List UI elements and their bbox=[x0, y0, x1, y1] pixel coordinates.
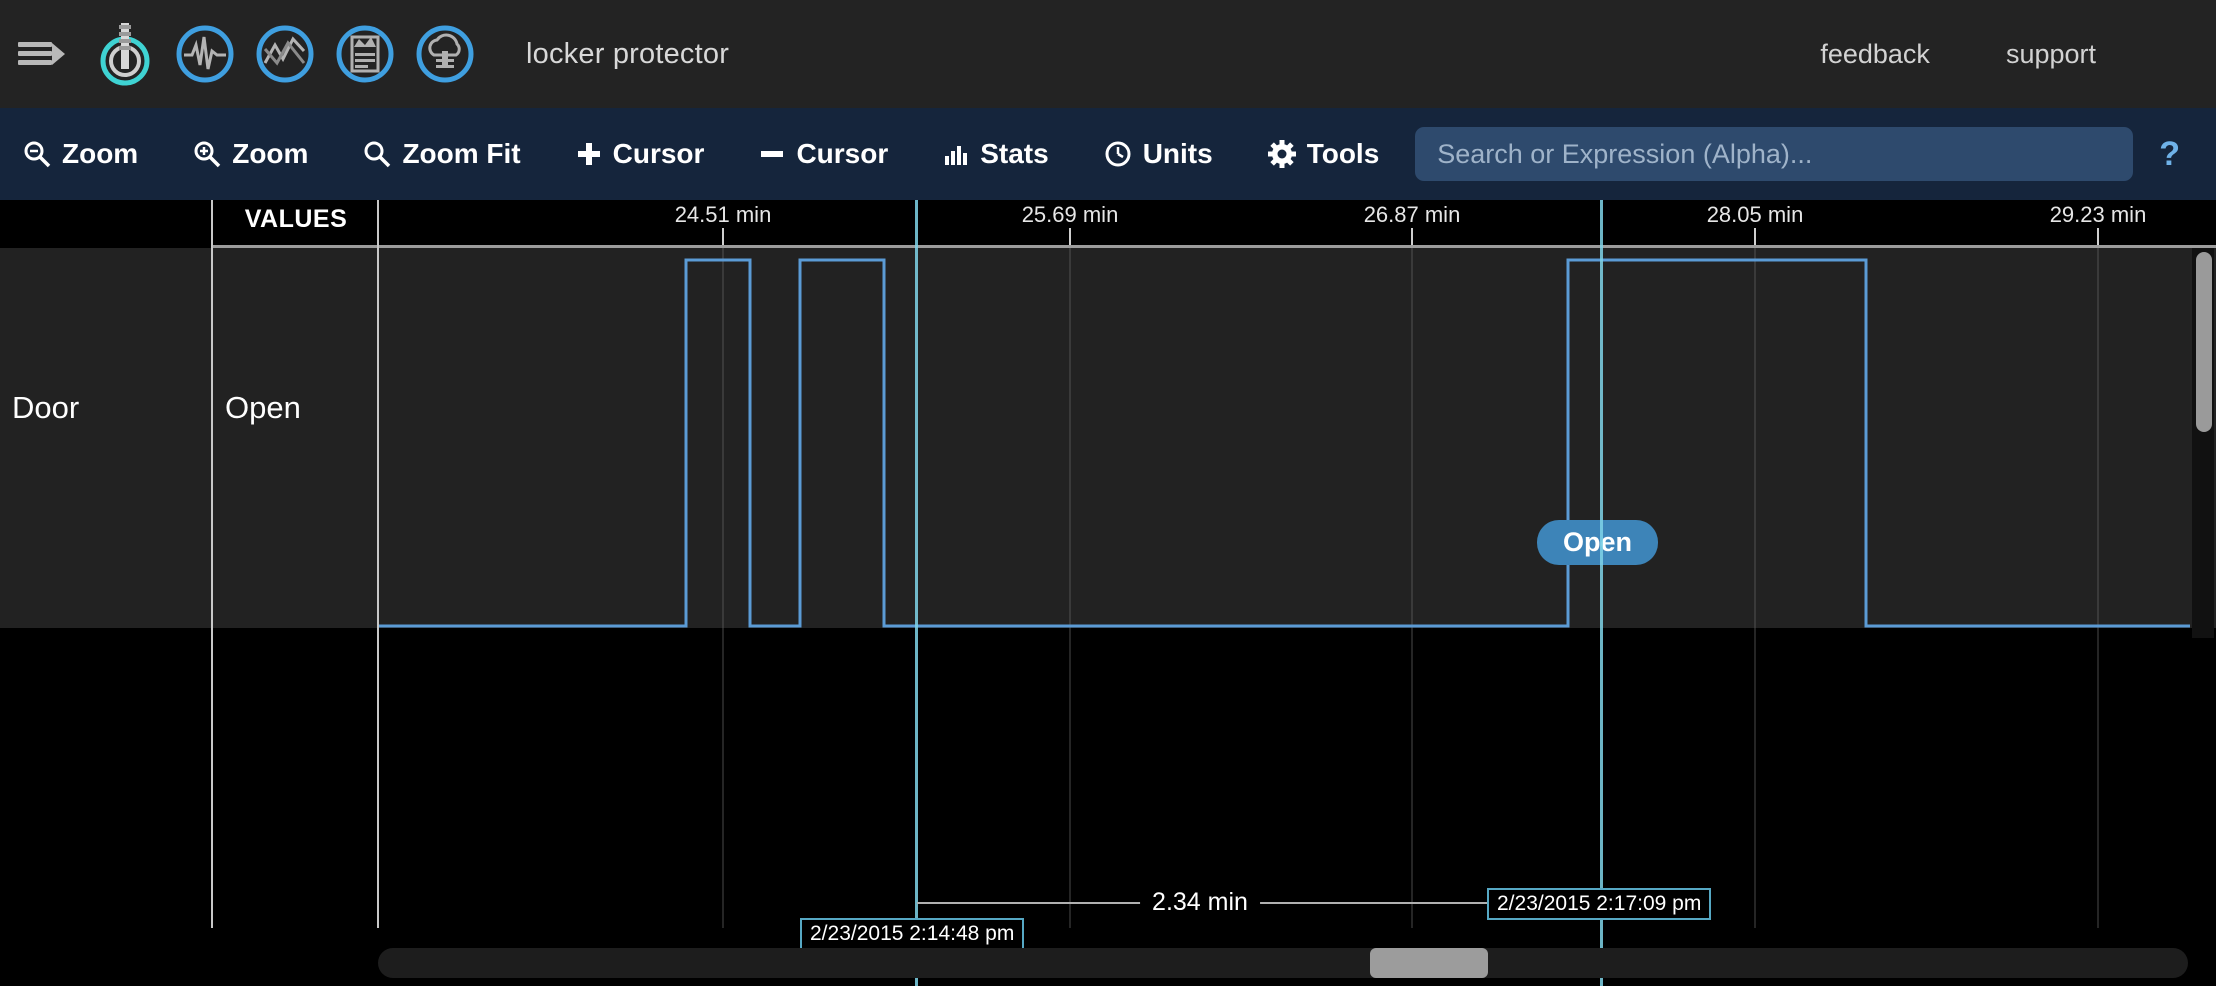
zoom-fit-button[interactable]: Zoom Fit bbox=[362, 138, 521, 170]
vertical-scrollbar-thumb[interactable] bbox=[2196, 252, 2212, 432]
search-input[interactable] bbox=[1437, 138, 2112, 170]
tools-label: Tools bbox=[1306, 138, 1380, 169]
vertical-scrollbar[interactable] bbox=[2192, 248, 2214, 638]
bar-chart-icon bbox=[942, 140, 970, 168]
waveform-icon[interactable] bbox=[172, 19, 238, 89]
grid-line bbox=[2097, 628, 2099, 928]
remove-cursor-label: Cursor bbox=[796, 138, 889, 169]
grid-line bbox=[211, 628, 213, 928]
toolbar: Zoom Zoom Zoom Fit Cursor Cursor Stats U… bbox=[0, 108, 2216, 200]
gear-icon bbox=[1267, 139, 1297, 169]
nav-icon-group bbox=[92, 19, 478, 89]
tick-mark bbox=[722, 228, 724, 246]
tick-mark bbox=[1069, 228, 1071, 246]
hamburger-bar bbox=[18, 51, 52, 56]
chart-body: VALUES 24.51 min 25.69 min 26.87 min 28.… bbox=[0, 200, 2216, 986]
support-link[interactable]: support bbox=[2006, 39, 2096, 70]
grid-line bbox=[722, 628, 724, 928]
tick-label: 24.51 min bbox=[674, 202, 772, 227]
stats-button[interactable]: Stats bbox=[942, 138, 1049, 170]
tick-label: 25.69 min bbox=[1021, 202, 1119, 227]
cloud-upload-icon[interactable] bbox=[412, 19, 478, 89]
remove-cursor-button[interactable]: Cursor bbox=[758, 138, 888, 170]
tick-label: 28.05 min bbox=[1706, 202, 1804, 227]
zoom-icon bbox=[362, 139, 392, 169]
waveform-trace bbox=[379, 258, 2190, 628]
values-column-header: VALUES bbox=[244, 204, 348, 233]
zoom-out-button[interactable]: Zoom bbox=[22, 138, 138, 170]
channel-name-label: Door bbox=[12, 390, 80, 425]
minus-icon bbox=[758, 140, 786, 168]
horizontal-scrollbar-thumb[interactable] bbox=[1370, 948, 1488, 978]
tick-mark bbox=[1754, 228, 1756, 246]
search-input-wrapper[interactable] bbox=[1415, 127, 2134, 181]
grid-line bbox=[1069, 628, 1071, 928]
plot-area[interactable]: Door Open Open bbox=[0, 200, 2216, 628]
zoom-in-button[interactable]: Zoom bbox=[192, 138, 308, 170]
tick-mark bbox=[1411, 228, 1413, 246]
line-chart-icon[interactable] bbox=[252, 19, 318, 89]
delta-label: 2.34 min bbox=[1140, 888, 1260, 917]
cursor-b-timestamp[interactable]: 2/23/2015 2:17:09 pm bbox=[1487, 888, 1712, 920]
hamburger-menu-icon[interactable] bbox=[18, 37, 65, 71]
app-title: locker protector bbox=[526, 37, 730, 70]
zoom-fit-label: Zoom Fit bbox=[402, 138, 521, 169]
channel-value-label: Open bbox=[225, 390, 301, 425]
grid-line bbox=[377, 628, 379, 928]
stats-label: Stats bbox=[980, 138, 1049, 169]
grid-line bbox=[1411, 628, 1413, 928]
tick-label: 29.23 min bbox=[2049, 202, 2147, 227]
clock-icon bbox=[1103, 139, 1133, 169]
zoom-in-label: Zoom bbox=[232, 138, 309, 169]
cursor-a-timestamp[interactable]: 2/23/2015 2:14:48 pm bbox=[800, 918, 1025, 950]
grid-line bbox=[1754, 628, 1756, 928]
plus-icon bbox=[575, 140, 603, 168]
app-header: locker protector feedback support bbox=[0, 0, 2216, 108]
tools-button[interactable]: Tools bbox=[1267, 138, 1380, 170]
app-root: locker protector feedback support Zoom Z… bbox=[0, 0, 2216, 986]
units-label: Units bbox=[1142, 138, 1213, 169]
power-thermometer-icon[interactable] bbox=[92, 19, 158, 89]
feedback-link[interactable]: feedback bbox=[1820, 39, 1930, 70]
add-cursor-label: Cursor bbox=[612, 138, 705, 169]
plot-lower-area[interactable] bbox=[0, 628, 2216, 986]
header-links: feedback support bbox=[1820, 39, 2096, 70]
hamburger-bar bbox=[18, 60, 52, 65]
hamburger-arrow bbox=[52, 43, 65, 65]
zoom-out-label: Zoom bbox=[62, 138, 139, 169]
add-cursor-button[interactable]: Cursor bbox=[575, 138, 705, 170]
zoom-in-icon bbox=[192, 139, 222, 169]
help-button[interactable]: ? bbox=[2159, 135, 2194, 174]
horizontal-scrollbar[interactable] bbox=[378, 948, 2188, 978]
tick-label: 26.87 min bbox=[1363, 202, 1461, 227]
cursor-a-line[interactable] bbox=[915, 200, 918, 986]
device-icon[interactable] bbox=[332, 19, 398, 89]
cursor-b-line[interactable] bbox=[1600, 200, 1603, 986]
tick-mark bbox=[2097, 228, 2099, 246]
units-button[interactable]: Units bbox=[1103, 138, 1213, 170]
value-pill[interactable]: Open bbox=[1537, 520, 1659, 565]
search-area: ? bbox=[1415, 127, 2194, 181]
time-ruler: VALUES 24.51 min 25.69 min 26.87 min 28.… bbox=[0, 200, 2216, 248]
hamburger-bar bbox=[18, 42, 52, 47]
zoom-out-icon bbox=[22, 139, 52, 169]
